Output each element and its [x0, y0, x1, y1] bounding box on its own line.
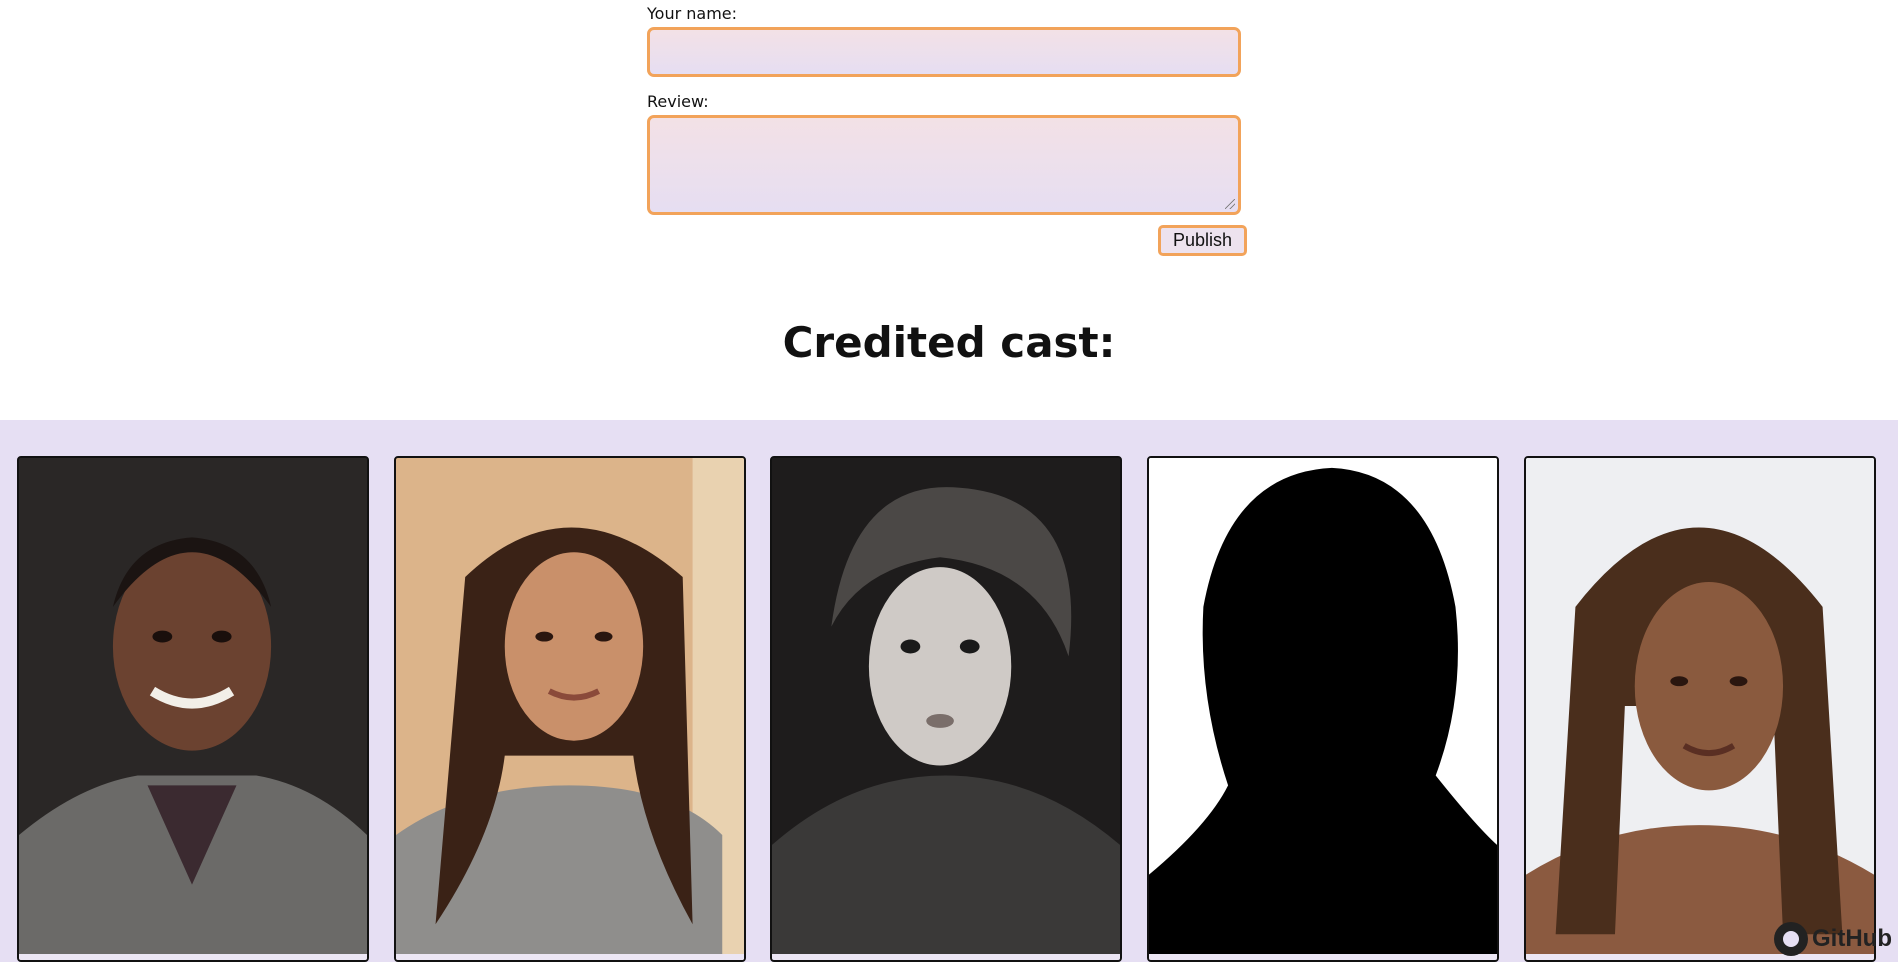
cast-photo-2 [396, 458, 744, 960]
cast-caption [772, 954, 1120, 960]
cast-caption [19, 954, 367, 960]
github-icon [1774, 922, 1809, 956]
cast-card[interactable] [17, 456, 369, 962]
cast-photo-5 [1526, 458, 1874, 960]
name-input[interactable] [647, 27, 1241, 77]
cast-photo-3 [772, 458, 1120, 960]
github-link[interactable]: GitHub [1774, 922, 1892, 956]
cast-card[interactable] [394, 456, 746, 962]
cast-caption [1149, 954, 1497, 960]
cast-card[interactable] [1524, 456, 1876, 962]
cast-caption [396, 954, 744, 960]
resize-grip-icon[interactable] [1225, 199, 1235, 209]
cast-heading: Credited cast: [782, 318, 1116, 367]
github-label: GitHub [1812, 925, 1892, 952]
name-label: Your name: [647, 4, 738, 23]
review-label: Review: [647, 92, 709, 111]
cast-photo-4 [1149, 458, 1497, 960]
cast-card[interactable] [770, 456, 1122, 962]
review-textarea[interactable] [647, 115, 1241, 215]
cast-card[interactable] [1147, 456, 1499, 962]
cast-photo-1 [19, 458, 367, 960]
publish-button[interactable]: Publish [1158, 225, 1247, 256]
